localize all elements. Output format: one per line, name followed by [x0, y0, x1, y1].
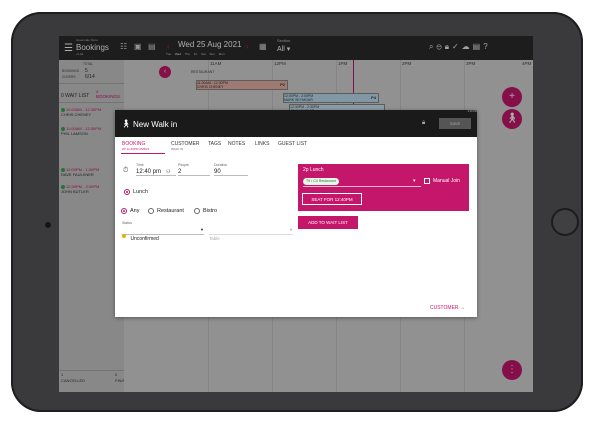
dialog-title: New Walk in — [133, 120, 178, 129]
manual-join-label: Manual Join — [433, 178, 460, 184]
seat-button[interactable]: SEAT FOR 12:40PM — [302, 193, 362, 205]
table-chip[interactable]: T9 • C4 Restaurant — [303, 178, 339, 185]
area-any-radio[interactable] — [121, 208, 127, 214]
camera — [45, 222, 51, 228]
tab-guest-list[interactable]: GUEST LIST — [278, 141, 307, 147]
tab-links[interactable]: LINKS — [255, 141, 269, 147]
table-select[interactable]: Table ▼ — [209, 227, 293, 241]
tab-booking-sub: 2P 12:40PM 25/8/21 — [122, 147, 150, 151]
card-title: 2p Lunch — [303, 167, 324, 173]
chevron-down-icon[interactable]: ▾ — [413, 178, 416, 184]
area-restaurant-radio[interactable] — [148, 208, 154, 214]
tab-customer-sub: WALK IN — [171, 147, 184, 151]
area-bistro-label: Bistro — [203, 208, 218, 214]
duration-field[interactable]: 90 — [214, 169, 248, 176]
new-walk-in-dialog: 4:19 PM 🚶︎ New Walk in 🔒︎ SAVE BOOKING 2… — [115, 110, 477, 317]
status-label: Status — [122, 221, 132, 225]
area-bistro-radio[interactable] — [194, 208, 200, 214]
tab-notes[interactable]: NOTES — [228, 141, 245, 147]
tab-tags[interactable]: TAGS — [208, 141, 221, 147]
arrow-right-icon: → — [459, 305, 465, 311]
duration-label: Duration — [214, 163, 228, 167]
add-to-wait-list-button[interactable]: ADD TO WAIT LIST — [298, 216, 358, 229]
people-field[interactable]: 2 — [178, 169, 210, 176]
save-button[interactable]: SAVE — [439, 118, 471, 129]
manual-join-checkbox[interactable] — [424, 178, 430, 184]
table-suggestion-card: 2p Lunch T9 • C4 Restaurant ▾ Manual Joi… — [298, 164, 469, 211]
active-tab-indicator — [121, 153, 165, 154]
divider — [303, 186, 421, 187]
app-screen: ☰ Greenvale Store Bookings v1.94 ☷ ▣ ▤ ‹… — [59, 36, 533, 392]
area-restaurant-label: Restaurant — [157, 208, 184, 214]
people-icon: ⚇ — [166, 169, 171, 175]
home-button[interactable] — [551, 208, 579, 236]
status-dot — [122, 233, 126, 238]
chevron-down-icon: ▼ — [289, 227, 293, 232]
area-any-label: Any — [130, 208, 140, 214]
service-lunch-label: Lunch — [133, 189, 148, 195]
customer-next-link[interactable]: CUSTOMER → — [430, 305, 465, 311]
dialog-header: 4:19 PM 🚶︎ New Walk in 🔒︎ SAVE — [115, 110, 477, 137]
chevron-down-icon: ▼ — [200, 227, 204, 232]
status-time: 4:19 PM — [467, 110, 477, 113]
clock-icon: ⏱ — [123, 167, 129, 174]
status-select[interactable]: Unconfirmed ▼ — [122, 227, 204, 242]
service-lunch-radio[interactable] — [124, 189, 130, 195]
walk-in-icon: 🚶︎ — [121, 119, 132, 128]
time-label: Time — [136, 163, 144, 167]
lock-icon[interactable]: 🔒︎ — [422, 120, 425, 127]
people-label: People — [178, 163, 189, 167]
